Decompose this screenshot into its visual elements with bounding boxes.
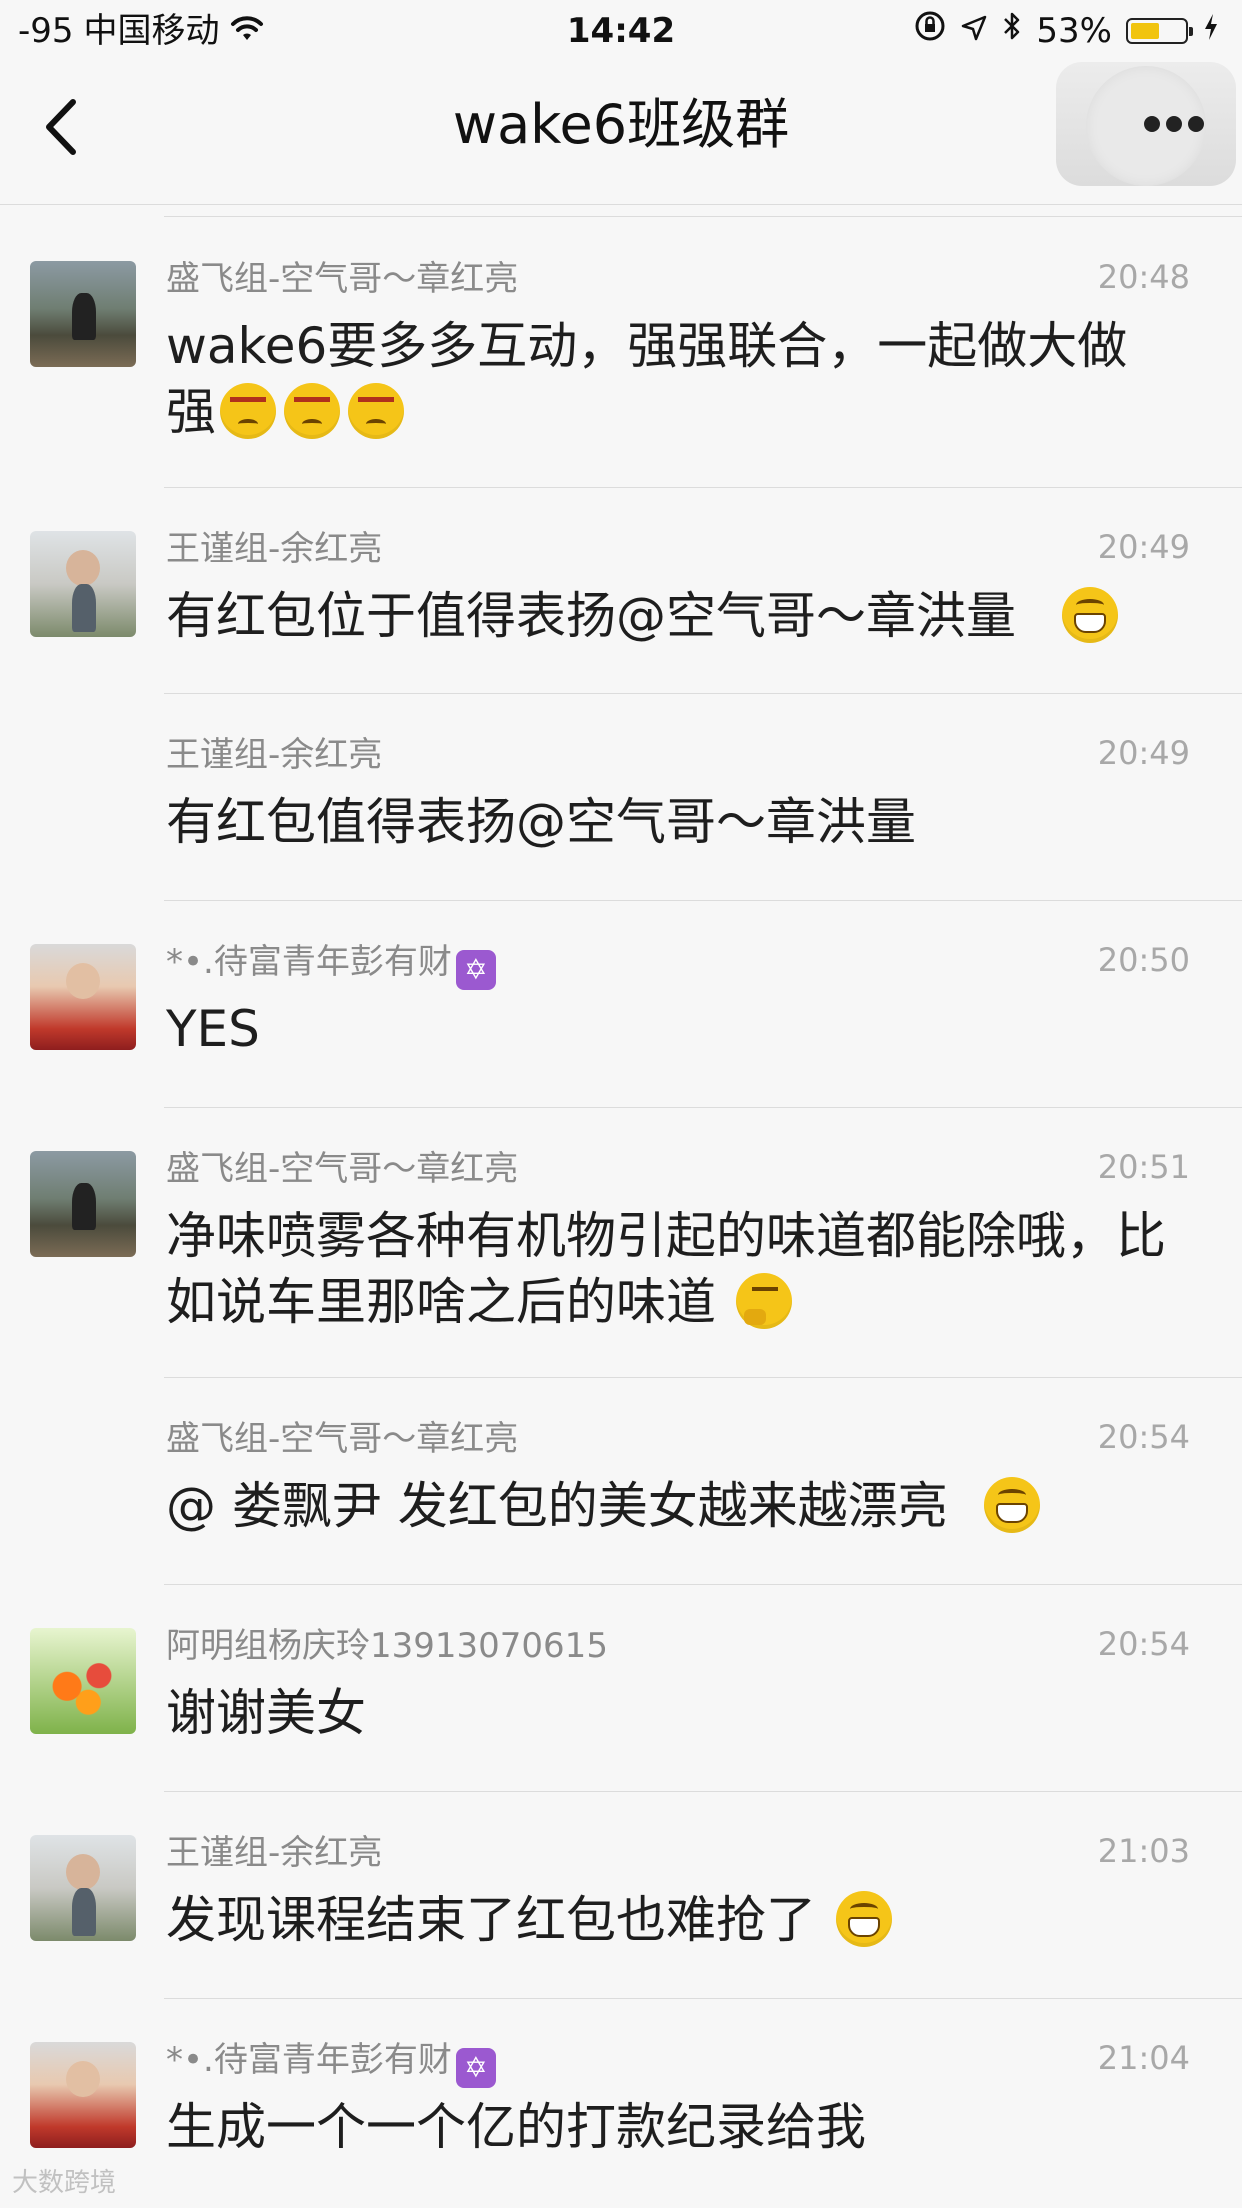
sender-name[interactable]: 盛飞组-空气哥～章红亮 bbox=[166, 257, 518, 301]
sender-name[interactable]: 盛飞组-空气哥～章红亮 bbox=[166, 1417, 518, 1461]
sender-name[interactable]: 阿明组杨庆玲13913070615 bbox=[166, 1624, 608, 1668]
more-button[interactable] bbox=[1056, 62, 1236, 186]
message-item[interactable]: 盛飞组-空气哥～章红亮 20:54 @ 娄飘尹 发红包的美女越来越漂亮 bbox=[0, 1365, 1242, 1573]
sender-name[interactable]: *•.待富青年彭有财 ✡ bbox=[166, 2038, 496, 2088]
back-button[interactable] bbox=[34, 92, 88, 162]
sender-name[interactable]: 王谨组-余红亮 bbox=[166, 1831, 382, 1875]
message-item[interactable]: 王谨组-余红亮 20:49 有红包值得表扬@空气哥～章洪量 bbox=[0, 681, 1242, 889]
message-time: 21:03 bbox=[1097, 1832, 1190, 1870]
message-time: 20:48 bbox=[1097, 258, 1190, 296]
message-text: 生成一个一个亿的打款纪录给我 bbox=[166, 2098, 866, 2156]
battery-level-fill bbox=[1131, 23, 1159, 39]
grinning-face-emoji-icon bbox=[1061, 587, 1118, 643]
sender-name[interactable]: 王谨组-余红亮 bbox=[166, 527, 382, 571]
nav-bar: wake6班级群 bbox=[0, 62, 1242, 205]
message-text: 有红包位于值得表扬@空气哥～章洪量 bbox=[166, 583, 1176, 649]
message-text: @ 娄飘尹 发红包的美女越来越漂亮 bbox=[166, 1473, 1176, 1539]
thinking-face-emoji-icon bbox=[735, 1273, 792, 1329]
sender-name[interactable]: 王谨组-余红亮 bbox=[166, 733, 382, 777]
location-arrow-icon bbox=[960, 8, 988, 54]
charging-bolt-icon bbox=[1202, 8, 1220, 54]
message-item[interactable]: 阿明组杨庆玲13913070615 20:54 谢谢美女 bbox=[0, 1572, 1242, 1780]
battery-tip bbox=[1189, 27, 1193, 36]
angry-face-emoji-icon bbox=[284, 383, 340, 439]
avatar[interactable] bbox=[30, 944, 136, 1050]
watermark: 大数跨境 bbox=[12, 2168, 117, 2198]
star-of-david-badge-icon: ✡ bbox=[455, 2048, 496, 2088]
status-right: 53% bbox=[914, 8, 1220, 54]
message-time: 20:54 bbox=[1097, 1418, 1190, 1456]
message-time: 20:54 bbox=[1097, 1625, 1190, 1663]
bluetooth-icon bbox=[1002, 8, 1022, 54]
message-text: YES bbox=[166, 1000, 260, 1058]
message-item[interactable]: 王谨组-余红亮 20:49 有红包位于值得表扬@空气哥～章洪量 bbox=[0, 475, 1242, 683]
rotation-lock-icon bbox=[914, 8, 946, 54]
chevron-left-icon bbox=[46, 99, 76, 155]
avatar[interactable] bbox=[30, 1151, 136, 1257]
message-item[interactable]: 盛飞组-空气哥～章红亮 20:48 wake6要多多互动，强强联合，一起做大做强 bbox=[0, 205, 1242, 487]
message-text: 净味喷雾各种有机物引起的味道都能除哦，比如说车里那啥之后的味道 bbox=[166, 1207, 1166, 1331]
message-item[interactable]: 王谨组-余红亮 21:03 发现课程结束了红包也难抢了 bbox=[0, 1779, 1242, 1987]
grinning-face-emoji-icon bbox=[835, 1891, 892, 1947]
message-time: 20:51 bbox=[1097, 1148, 1190, 1186]
sender-name[interactable]: 盛飞组-空气哥～章红亮 bbox=[166, 1147, 518, 1191]
message-item[interactable]: *•.待富青年彭有财 ✡ 20:50 YES bbox=[0, 888, 1242, 1096]
message-list[interactable]: 盛飞组-空气哥～章红亮 20:48 wake6要多多互动，强强联合，一起做大做强… bbox=[0, 205, 1242, 2208]
message-time: 20:49 bbox=[1097, 528, 1190, 566]
avatar[interactable] bbox=[30, 261, 136, 367]
message-text: 谢谢美女 bbox=[166, 1684, 366, 1742]
message-time: 21:04 bbox=[1097, 2039, 1190, 2077]
sender-name[interactable]: *•.待富青年彭有财 ✡ bbox=[166, 940, 496, 990]
avatar[interactable] bbox=[30, 2042, 136, 2148]
message-text: wake6要多多互动，强强联合，一起做大做强 bbox=[166, 317, 1128, 441]
message-time: 20:49 bbox=[1097, 734, 1190, 772]
avatar[interactable] bbox=[30, 1835, 136, 1941]
angry-face-emoji-icon bbox=[348, 383, 404, 439]
angry-face-emoji-icon bbox=[220, 383, 276, 439]
message-item[interactable]: 盛飞组-空气哥～章红亮 20:51 净味喷雾各种有机物引起的味道都能除哦，比如说… bbox=[0, 1095, 1242, 1377]
avatar[interactable] bbox=[30, 1628, 136, 1734]
status-bar: -95 中国移动 14:42 53% bbox=[0, 0, 1242, 62]
avatar[interactable] bbox=[30, 531, 136, 637]
message-text: 发现课程结束了红包也难抢了 bbox=[166, 1887, 1176, 1953]
battery-icon bbox=[1126, 18, 1193, 44]
chat-title: wake6班级群 bbox=[452, 93, 790, 156]
grinning-face-emoji-icon bbox=[983, 1477, 1040, 1533]
more-dots-icon bbox=[1144, 116, 1204, 132]
battery-percent: 53% bbox=[1036, 11, 1112, 51]
message-text: 有红包值得表扬@空气哥～章洪量 bbox=[166, 793, 916, 851]
star-of-david-badge-icon: ✡ bbox=[455, 950, 496, 990]
message-item[interactable]: *•.待富青年彭有财 ✡ 21:04 生成一个一个亿的打款纪录给我 bbox=[0, 1986, 1242, 2194]
message-time: 20:50 bbox=[1097, 941, 1190, 979]
